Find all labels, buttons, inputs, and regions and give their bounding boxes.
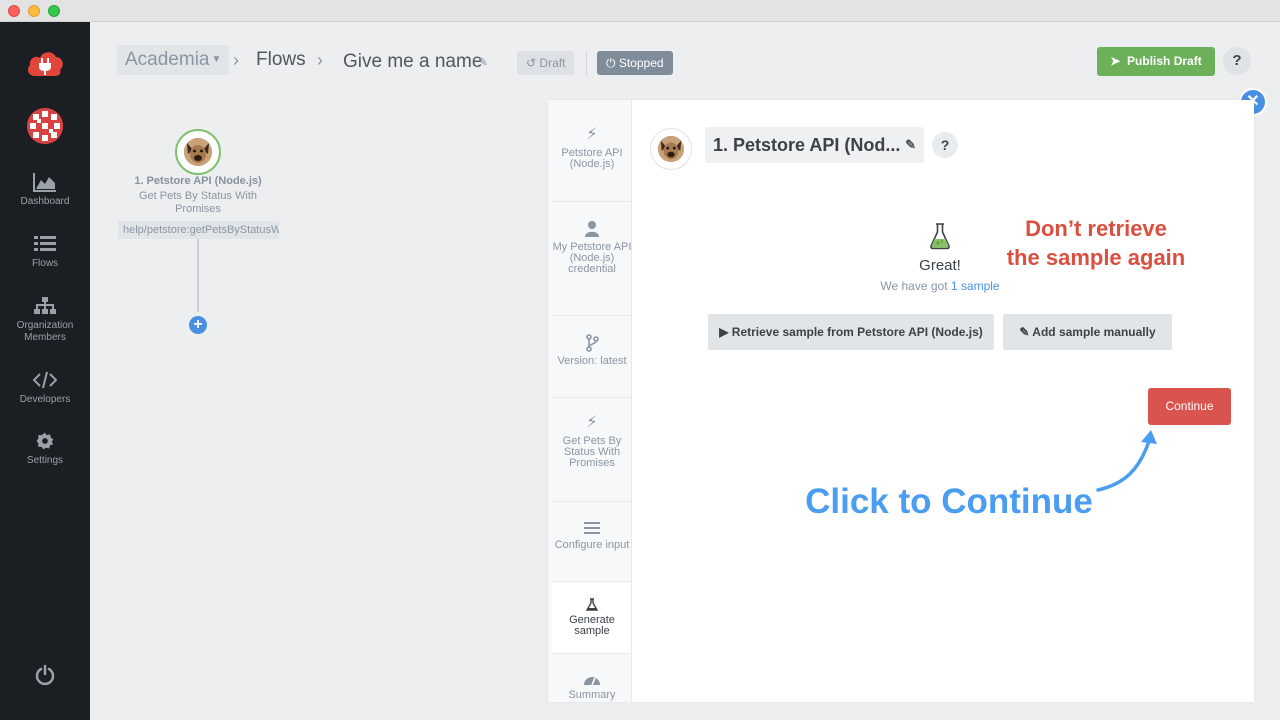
sidebar-item-label: Settings — [26, 455, 64, 466]
draft-badge[interactable]: ↺ Draft — [517, 51, 575, 75]
dog-icon — [658, 136, 684, 162]
branch-icon — [586, 334, 599, 352]
sidebar: Dashboard Flows Organization Members Dev… — [0, 22, 90, 720]
area-chart-icon — [33, 173, 56, 192]
play-icon: ▶ — [719, 325, 729, 339]
chevron-right-icon: › — [317, 50, 323, 70]
tab-petstore-api[interactable]: ⚡︎ Petstore API (Node.js) — [552, 108, 631, 202]
stopped-badge-label: Stopped — [618, 56, 664, 70]
tab-label: Summary — [568, 689, 616, 701]
add-step-button[interactable]: + — [189, 316, 207, 334]
publish-draft-button[interactable]: ➤ Publish Draft — [1097, 47, 1215, 76]
stopped-badge[interactable]: ⏻ Stopped — [597, 51, 673, 75]
list-icon — [34, 236, 56, 251]
tab-generate-sample[interactable]: Generate sample — [552, 582, 631, 654]
window-close-button[interactable] — [8, 5, 20, 17]
power-icon[interactable] — [35, 664, 55, 686]
step-name-label: 1. Petstore API (Nod... — [713, 135, 901, 155]
node-subtitle: Get Pets By Status With Promises — [139, 190, 257, 215]
retrieve-sample-button[interactable]: ▶ Retrieve sample from Petstore API (Nod… — [708, 314, 994, 350]
connector-line — [197, 239, 199, 312]
tab-get-pets[interactable]: ⚡︎ Get Pets By Status With Promises — [552, 398, 631, 502]
tab-version[interactable]: Version: latest — [552, 316, 631, 398]
sidebar-item-label: Organization Members — [16, 320, 74, 343]
dog-icon — [184, 138, 212, 166]
chevron-right-icon: › — [233, 50, 239, 70]
flow-node-icon[interactable] — [175, 129, 221, 175]
org-name: Academia — [125, 49, 210, 71]
sitemap-icon — [34, 297, 56, 314]
add-sample-manually-button[interactable]: ✎ Add sample manually — [1003, 314, 1172, 350]
cloud-plug-icon[interactable] — [25, 48, 65, 78]
divider — [586, 50, 587, 76]
user-icon — [585, 221, 599, 237]
history-icon: ↺ — [526, 56, 537, 70]
window-titlebar — [0, 0, 1280, 22]
power-icon: ⏻ — [606, 56, 616, 70]
sample-count-link[interactable]: 1 sample — [951, 279, 1000, 293]
flask-icon — [930, 223, 950, 250]
flow-name[interactable]: Give me a name — [343, 51, 482, 73]
annotation-line: Don’t retrieve — [1025, 216, 1167, 241]
code-icon — [33, 371, 57, 389]
step-tabs: ⚡︎ Petstore API (Node.js) My Petstore AP… — [548, 100, 632, 702]
step-help-button[interactable]: ? — [932, 132, 958, 158]
tab-label: Configure input — [554, 539, 630, 551]
tab-label: Version: latest — [557, 355, 627, 367]
sidebar-item-dashboard[interactable]: Dashboard — [0, 172, 90, 208]
paper-plane-icon: ➤ — [1110, 54, 1121, 68]
node-title[interactable]: 1. Petstore API (Node.js) — [118, 175, 278, 187]
sample-count-prefix: We have got — [880, 279, 951, 293]
breadcrumb-flows[interactable]: Flows — [256, 49, 306, 71]
tab-label: Get Pets By Status With Promises — [562, 435, 622, 469]
pencil-icon[interactable]: ✎ — [478, 55, 488, 69]
main-area: Academia ▼ › Flows › Give me a name ✎ ↺ D… — [90, 22, 1280, 720]
tab-credential[interactable]: My Petstore API (Node.js) credential — [552, 202, 632, 316]
lines-icon — [584, 522, 600, 534]
sidebar-item-label: Developers — [19, 394, 71, 405]
sample-count-text: We have got 1 sample — [848, 279, 1032, 293]
publish-label: Publish Draft — [1127, 54, 1202, 68]
continue-button[interactable]: Continue — [1148, 388, 1231, 425]
node-path: help/petstore:getPetsByStatusW — [118, 221, 279, 239]
tab-summary[interactable]: Summary — [552, 654, 631, 702]
annotation-click-to-continue: Click to Continue — [805, 482, 1093, 521]
tab-label: Generate sample — [569, 614, 615, 637]
avatar[interactable] — [27, 108, 63, 144]
sidebar-item-label: Flows — [31, 258, 59, 269]
sidebar-item-label: Dashboard — [20, 196, 70, 207]
step-name-field[interactable]: 1. Petstore API (Nod... ✎ — [705, 127, 924, 163]
breadcrumb-org-dropdown[interactable]: Academia ▼ — [117, 45, 230, 75]
sidebar-item-developers[interactable]: Developers — [0, 370, 90, 406]
annotation-dont-retrieve: Don’t retrieve the sample again — [985, 214, 1207, 272]
pencil-icon[interactable]: ✎ — [905, 127, 916, 163]
sidebar-item-settings[interactable]: Settings — [0, 431, 90, 467]
sidebar-item-organization-members[interactable]: Organization Members — [0, 296, 90, 344]
draft-badge-label: Draft — [539, 56, 566, 70]
annotation-line: the sample again — [1006, 245, 1186, 270]
tab-label: My Petstore API (Node.js) credential — [552, 241, 632, 275]
annotation-arrow — [1096, 430, 1157, 492]
success-heading: Great! — [919, 257, 961, 274]
bolt-icon: ⚡︎ — [586, 126, 598, 143]
window-minimize-button[interactable] — [28, 5, 40, 17]
sidebar-item-flows[interactable]: Flows — [0, 234, 90, 270]
flask-icon — [586, 598, 598, 611]
step-panel: ⚡︎ Petstore API (Node.js) My Petstore AP… — [548, 100, 1254, 702]
window-zoom-button[interactable] — [48, 5, 60, 17]
gear-icon — [36, 432, 54, 450]
retrieve-label: Retrieve sample from Petstore API (Node.… — [731, 325, 983, 339]
step-avatar — [650, 128, 692, 170]
tab-label: Petstore API (Node.js) — [561, 147, 623, 170]
help-button[interactable]: ? — [1223, 47, 1251, 75]
bolt-icon: ⚡︎ — [586, 414, 598, 431]
gauge-icon — [584, 677, 600, 686]
caret-down-icon: ▼ — [211, 54, 222, 65]
tab-configure-input[interactable]: Configure input — [552, 502, 631, 582]
manual-label: Add sample manually — [1032, 325, 1156, 339]
edit-icon: ✎ — [1019, 325, 1030, 339]
